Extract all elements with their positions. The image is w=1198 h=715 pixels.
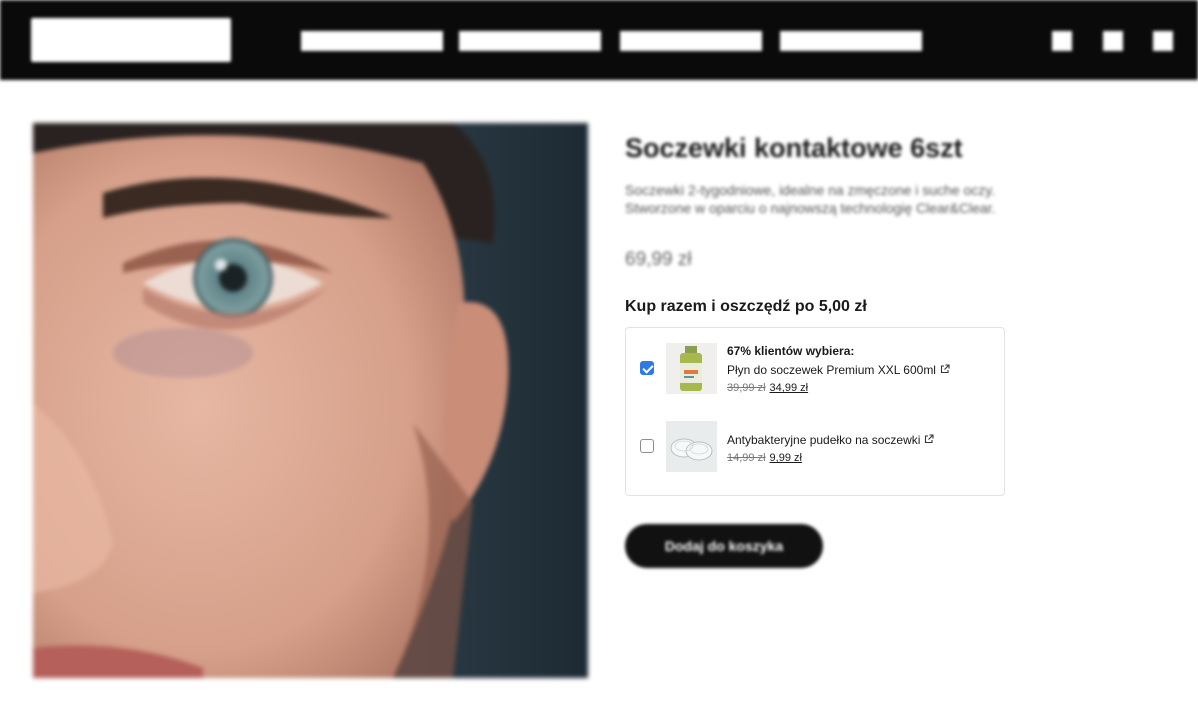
nav-item-3[interactable] — [620, 31, 762, 51]
product-description: Soczewki 2-tygodniowe, idealne na zmęczo… — [625, 181, 1085, 217]
bundle-item-new-price: 9,99 zł — [769, 452, 802, 464]
bundle-item-checkbox[interactable] — [640, 439, 654, 453]
product-price: 69,99 zł — [625, 249, 692, 270]
site-header — [0, 0, 1198, 80]
nav-item-4[interactable] — [780, 31, 922, 51]
bundle-item-old-price: 39,99 zł — [727, 382, 766, 394]
header-icon-3[interactable] — [1153, 31, 1173, 51]
nav-item-2[interactable] — [459, 31, 601, 51]
bundle-item-thumbnail — [666, 343, 717, 394]
bundle-item-name-link[interactable]: Płyn do soczewek Premium XXL 600ml — [727, 363, 936, 377]
bundle-item-prices: 39,99 zł 34,99 zł — [727, 382, 997, 394]
bundle-item-name-link[interactable]: Antybakteryjne pudełko na soczewki — [727, 433, 920, 447]
product-image — [33, 123, 588, 678]
bundle-item-thumbnail — [666, 421, 717, 472]
product-title: Soczewki kontaktowe 6szt — [625, 133, 963, 163]
bundle-item-new-price: 34,99 zł — [769, 382, 809, 394]
add-to-cart-button[interactable]: Dodaj do koszyka — [625, 524, 823, 568]
external-link-icon[interactable] — [940, 364, 950, 374]
bundle-item-details: Antybakteryjne pudełko na soczewki 14,99… — [727, 421, 997, 464]
nav-item-1[interactable] — [301, 31, 443, 51]
product-description-line-2: Stworzone w oparciu o najnowszą technolo… — [625, 200, 996, 216]
header-icon-1[interactable] — [1052, 31, 1072, 51]
header-icon-2[interactable] — [1103, 31, 1123, 51]
bundle-item-details: 67% klientów wybiera: Płyn do soczewek P… — [727, 343, 997, 394]
bundle-title: Kup razem i oszczędź po 5,00 zł — [625, 298, 867, 315]
bundle-item: Antybakteryjne pudełko na soczewki 14,99… — [626, 421, 1004, 473]
bundle-item-badge: 67% klientów wybiera: — [727, 344, 855, 358]
site-logo[interactable] — [31, 18, 231, 62]
bundle-offer-box: 67% klientów wybiera: Płyn do soczewek P… — [625, 327, 1005, 496]
bundle-item: 67% klientów wybiera: Płyn do soczewek P… — [626, 343, 1004, 395]
product-description-line-1: Soczewki 2-tygodniowe, idealne na zmęczo… — [625, 182, 996, 198]
bundle-item-old-price: 14,99 zł — [727, 452, 766, 464]
bundle-item-checkbox[interactable] — [640, 361, 654, 375]
external-link-icon[interactable] — [924, 434, 935, 444]
bundle-item-prices: 14,99 zł 9,99 zł — [727, 452, 997, 464]
bundle-item-name-row: Płyn do soczewek Premium XXL 600ml — [727, 363, 997, 377]
bundle-item-name-row: Antybakteryjne pudełko na soczewki — [727, 433, 997, 447]
